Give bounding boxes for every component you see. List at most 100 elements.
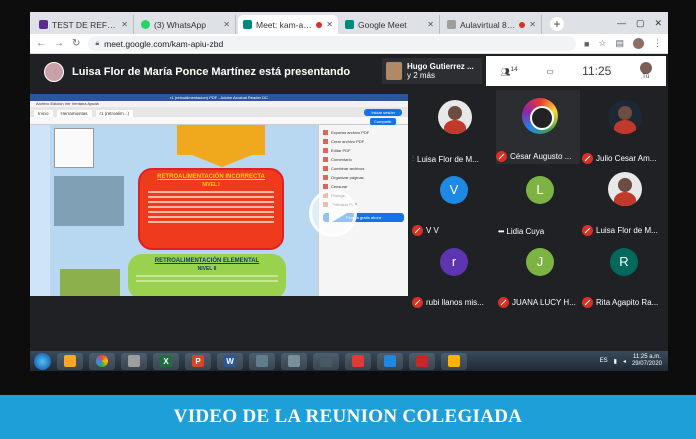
presenting-text: Luisa Flor de María Ponce Martínez está … <box>72 66 351 78</box>
tab-whatsapp[interactable]: (3) WhatsApp ✕ <box>136 15 236 34</box>
word-icon: W <box>224 355 236 367</box>
participant-tile[interactable]: r rubi llanos mis... <box>412 240 496 310</box>
forward-icon[interactable]: → <box>54 38 64 49</box>
participant-tile[interactable]: Luisa Flor de M... <box>582 168 666 238</box>
audio-dots-icon: ••• <box>498 227 504 236</box>
participant-tile[interactable]: R Rita Agapito Ra... <box>582 240 666 310</box>
close-icon[interactable]: ✕ <box>223 20 230 29</box>
close-window-icon[interactable]: ✕ <box>654 18 662 29</box>
taskbar-snipping[interactable] <box>345 352 371 370</box>
participant-name-row: ⫶ Luisa Flor de M... <box>412 154 496 164</box>
meet-top-controls: 👥︎14 ▭ 11:25 Tú <box>486 56 666 86</box>
presenter-chip-name: Hugo Gutierrez ... <box>407 62 474 71</box>
participant-name: Luisa Flor de M... <box>596 226 658 235</box>
tab-title: TEST DE REFORZAMI <box>52 19 117 30</box>
taskbar-app[interactable] <box>249 352 275 370</box>
pdf-orange-box <box>177 125 265 155</box>
red-box-title: RETROALIMENTACIÓN INCORRECTA <box>157 174 265 180</box>
pdf-photo-bottom <box>60 269 120 296</box>
presenting-header: Luisa Flor de María Ponce Martínez está … <box>44 62 350 82</box>
meet-icon <box>345 20 354 29</box>
taskbar-zoom[interactable] <box>377 352 403 370</box>
start-button[interactable] <box>34 352 51 370</box>
new-tab-button[interactable]: + <box>550 17 564 31</box>
camera-icon[interactable]: ■ <box>584 39 589 49</box>
meet-window: Luisa Flor de María Ponce Martínez está … <box>30 54 668 351</box>
taskbar-chrome[interactable] <box>89 352 115 370</box>
close-icon[interactable]: ✕ <box>427 20 434 29</box>
side-item: Crear archivo PDF <box>323 137 404 146</box>
paint-icon <box>128 355 140 367</box>
acrobat-tab-home: Inicio <box>34 110 53 117</box>
participant-tile[interactable]: César Augusto ... <box>496 90 580 164</box>
taskbar-app[interactable] <box>281 352 307 370</box>
taskbar-acrobat[interactable] <box>409 352 435 370</box>
play-icon[interactable] <box>309 189 357 237</box>
shared-screen: r1 (retroalimentacion) PDF - Adobe Acrob… <box>30 94 408 296</box>
participant-tile[interactable]: Julio Cesar Am... <box>582 96 666 166</box>
taskbar-warning[interactable] <box>441 352 467 370</box>
minimize-icon[interactable]: — <box>617 18 626 29</box>
window-icon <box>288 355 300 367</box>
taskbar-excel[interactable]: X <box>153 352 179 370</box>
pdf-photo-student <box>54 176 124 226</box>
bookmark-star-icon[interactable]: ☆ <box>598 38 606 49</box>
network-icon[interactable]: ▮ <box>614 358 617 365</box>
back-icon[interactable]: ← <box>36 38 46 49</box>
red-box-text-lines <box>146 191 276 223</box>
reload-icon[interactable]: ↻ <box>72 38 80 49</box>
tray-clock[interactable]: 11:25 a.m. 29/07/2020 <box>632 354 662 368</box>
participant-name: Rita Agapito Ra... <box>596 298 659 307</box>
participant-avatar <box>608 100 642 134</box>
taskbar-paint[interactable] <box>121 352 147 370</box>
participant-name-row: Rita Agapito Ra... <box>582 297 666 308</box>
volume-icon[interactable]: ◂ <box>623 358 626 365</box>
menu-dots-icon[interactable]: ⋮ <box>653 38 662 49</box>
tab-test-reforzamiento[interactable]: TEST DE REFORZAMI ✕ <box>34 15 134 34</box>
taskbar-powerpoint[interactable]: P <box>185 352 211 370</box>
tab-google-meet[interactable]: Google Meet ✕ <box>340 15 440 34</box>
participant-tile[interactable]: J JUANA LUCY H... <box>498 240 582 310</box>
extension-icon[interactable]: ▤ <box>615 38 624 49</box>
calculator-icon <box>320 355 332 367</box>
taskbar-calculator[interactable] <box>313 352 339 370</box>
taskbar-word[interactable]: W <box>217 352 243 370</box>
language-indicator[interactable]: ES <box>600 358 608 364</box>
url-field[interactable]: 🔒︎ meet.google.com/kam-apiu-zbd <box>88 36 576 51</box>
mic-off-icon <box>498 297 509 308</box>
forms-icon <box>39 20 48 29</box>
participant-tile[interactable]: ⫶ Luisa Flor de M... <box>412 96 496 166</box>
chat-icon[interactable]: ▭ <box>546 67 554 76</box>
mic-off-icon <box>496 151 507 162</box>
mic-off-icon <box>582 153 593 164</box>
participant-name: V V <box>426 226 439 235</box>
profile-avatar[interactable] <box>633 38 644 49</box>
taskbar-explorer[interactable] <box>57 352 83 370</box>
maximize-icon[interactable]: ▢ <box>636 18 645 29</box>
self-view[interactable]: Tú <box>639 62 652 80</box>
side-item: Exportar archivo PDF <box>323 128 404 137</box>
pdf-arrow-down <box>192 155 252 167</box>
mic-off-icon <box>412 297 423 308</box>
side-item: Comentario <box>323 155 404 164</box>
participant-tile[interactable]: V V V <box>412 168 496 238</box>
tab-meet-active[interactable]: Meet: kam-apiu- ✕ <box>238 15 338 34</box>
page-icon <box>447 20 456 29</box>
tab-title: Aulavirtual 855 | <box>460 19 516 30</box>
close-icon[interactable]: ✕ <box>529 20 536 29</box>
presenter-chip[interactable]: Hugo Gutierrez ... y 2 más <box>382 58 482 84</box>
participant-name-row: César Augusto ... <box>496 151 580 162</box>
participant-name-row: JUANA LUCY H... <box>498 297 582 308</box>
people-button[interactable]: 👥︎14 <box>500 66 518 77</box>
acrobat-tab-tools: Herramientas <box>56 110 92 117</box>
caption-banner: VIDEO DE LA REUNION COLEGIADA <box>0 395 696 439</box>
close-icon[interactable]: ✕ <box>121 20 128 29</box>
green-box-title: RETROALIMENTACIÓN ELEMENTAL <box>154 258 260 264</box>
self-label: Tú <box>642 74 650 80</box>
participant-avatar <box>608 172 642 206</box>
pdf-illustration-teacher <box>54 128 94 168</box>
participant-tile[interactable]: L ••• Lidia Cuya <box>498 168 582 238</box>
tab-aulavirtual[interactable]: Aulavirtual 855 | ✕ <box>442 15 542 34</box>
presenter-chip-more: y 2 más <box>407 71 436 80</box>
close-icon[interactable]: ✕ <box>326 20 333 29</box>
